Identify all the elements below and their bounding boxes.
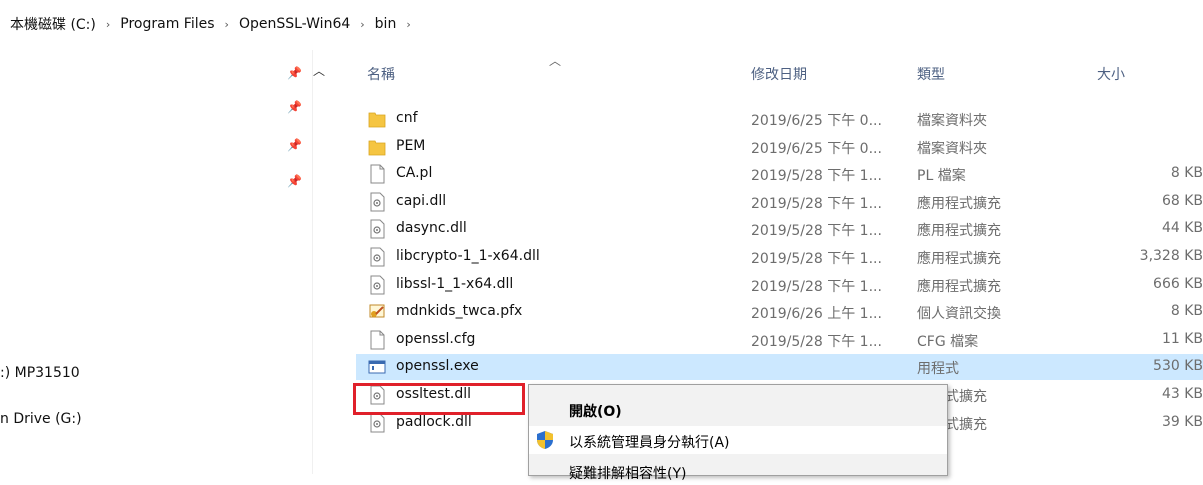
- menu-item-label: 疑難排解相容性(Y): [569, 466, 687, 482]
- file-date: 2019/5/28 下午 1...: [751, 251, 882, 267]
- breadcrumb: 本機磁碟 (C:) › Program Files › OpenSSL-Win6…: [8, 14, 419, 34]
- nav-item-drive-g[interactable]: n Drive (G:): [0, 411, 82, 427]
- file-type: 檔案資料夾: [917, 140, 987, 157]
- uac-shield-icon: [537, 431, 553, 449]
- breadcrumb-item-openssl[interactable]: OpenSSL-Win64: [237, 16, 352, 32]
- dll-icon: [370, 247, 385, 267]
- breadcrumb-item-bin[interactable]: bin: [373, 16, 399, 32]
- file-size: 3,328 KB: [1139, 248, 1203, 264]
- chevron-right-icon[interactable]: ›: [398, 18, 418, 31]
- chevron-right-icon[interactable]: ›: [217, 18, 237, 31]
- file-size: 8 KB: [1170, 303, 1203, 320]
- pin-icon[interactable]: 📌: [287, 174, 302, 188]
- pin-icon[interactable]: 📌: [287, 138, 302, 152]
- file-name: libcrypto-1_1-x64.dll: [396, 248, 540, 264]
- file-size: 11 KB: [1161, 330, 1203, 347]
- pin-icon[interactable]: 📌: [287, 66, 302, 80]
- file-name: mdnkids_twca.pfx: [396, 303, 523, 320]
- file-size: 68 KB: [1161, 192, 1203, 209]
- file-name: dasync.dll: [396, 220, 467, 237]
- file-icon: [370, 164, 385, 184]
- file-name: CA.pl: [396, 165, 433, 182]
- file-size: 43 KB: [1161, 386, 1203, 402]
- file-date: 2019/6/25 下午 0...: [751, 113, 882, 129]
- file-name: padlock.dll: [396, 413, 472, 430]
- folder-icon: [368, 140, 386, 155]
- file-type: 應用程式擴充: [917, 251, 1001, 267]
- file-date: 2019/5/28 下午 1...: [751, 223, 882, 240]
- file-name: PEM: [396, 137, 426, 154]
- file-size: 666 KB: [1153, 275, 1203, 292]
- file-date: 2019/5/28 下午 1...: [751, 333, 882, 350]
- file-date: 2019/6/25 下午 0...: [751, 140, 882, 157]
- file-row[interactable]: libssl-1_1-x64.dll 2019/5/28 下午 1... 應用程式擴…: [356, 272, 1203, 298]
- dll-icon: [370, 219, 385, 239]
- column-name[interactable]: 名稱: [367, 64, 395, 84]
- file-row[interactable]: CA.pl 2019/5/28 下午 1... PL 檔案 8 KB: [356, 161, 1203, 187]
- file-date: 2019/6/26 上午 1...: [751, 306, 882, 323]
- file-type: 應用程式擴充: [917, 223, 1001, 240]
- file-type: 應用程式擴充: [917, 278, 1001, 295]
- file-name: openssl.exe: [396, 358, 479, 375]
- file-row[interactable]: capi.dll 2019/5/28 下午 1... 應用程式擴充 68 KB: [356, 189, 1203, 215]
- highlight-box: [353, 383, 525, 415]
- file-row[interactable]: mdnkids_twca.pfx 2019/6/26 上午 1... 個人資訊交換 8…: [356, 299, 1203, 325]
- file-type: PL 檔案: [917, 168, 966, 185]
- menu-item-label: 開啟(O): [569, 404, 622, 420]
- file-name: capi.dll: [396, 192, 447, 209]
- file-size: 8 KB: [1170, 165, 1203, 182]
- file-row[interactable]: libcrypto-1_1-x64.dll 2019/5/28 下午 1... 應用…: [356, 244, 1203, 270]
- file-size: 39 KB: [1161, 413, 1203, 430]
- menu-item-troubleshoot[interactable]: 疑難排解相容性(Y): [529, 457, 947, 485]
- context-menu: 開啟(O) 以系統管理員身分執行(A) 疑難排解相容性(Y): [528, 384, 948, 482]
- file-row[interactable]: cnf 2019/6/25 下午 0... 檔案資料夾: [356, 106, 1203, 132]
- nav-item-mp31510[interactable]: :) MP31510: [0, 365, 80, 381]
- column-type[interactable]: 類型: [917, 64, 945, 84]
- file-size: 530 KB: [1153, 358, 1203, 375]
- folder-icon: [368, 112, 386, 128]
- file-date: 2019/5/28 下午 1...: [751, 195, 882, 212]
- file-row[interactable]: openssl.exe 用程式 530 KB: [356, 354, 1203, 381]
- file-row[interactable]: PEM 2019/6/25 下午 0... 檔案資料夾: [356, 134, 1203, 160]
- menu-item-open[interactable]: 開啟(O): [529, 395, 947, 423]
- certificate-icon: [369, 304, 385, 318]
- file-type: 應用程式擴充: [917, 195, 1001, 212]
- file-date: 2019/5/28 下午 1...: [751, 278, 882, 295]
- column-size[interactable]: 大小: [1097, 64, 1125, 84]
- exe-icon: [368, 360, 386, 374]
- chevron-right-icon[interactable]: ›: [352, 18, 372, 31]
- chevron-right-icon[interactable]: ›: [98, 18, 118, 31]
- file-name: libssl-1_1-x64.dll: [396, 275, 514, 292]
- file-type: CFG 檔案: [917, 333, 979, 350]
- column-header: 名稱 修改日期 類型 大小: [345, 60, 1203, 90]
- dll-icon: [370, 275, 385, 295]
- file-type: 檔案資料夾: [917, 113, 987, 129]
- breadcrumb-item-program-files[interactable]: Program Files: [118, 16, 216, 32]
- dll-icon: [370, 413, 385, 433]
- file-date: 2019/5/28 下午 1...: [751, 168, 882, 185]
- file-name: openssl.cfg: [396, 330, 476, 347]
- file-row[interactable]: dasync.dll 2019/5/28 下午 1... 應用程式擴充 44 KB: [356, 216, 1203, 242]
- file-type: 個人資訊交換: [917, 306, 1001, 323]
- dll-icon: [370, 192, 385, 212]
- file-type: 用程式: [917, 361, 959, 378]
- menu-item-label: 以系統管理員身分執行(A): [569, 435, 730, 451]
- file-name: cnf: [396, 110, 418, 126]
- menu-item-run-as-admin[interactable]: 以系統管理員身分執行(A): [529, 426, 947, 454]
- file-icon: [370, 330, 385, 350]
- breadcrumb-item-c-drive[interactable]: 本機磁碟 (C:): [8, 14, 98, 34]
- pin-icon[interactable]: 📌: [287, 100, 302, 114]
- file-row[interactable]: openssl.cfg 2019/5/28 下午 1... CFG 檔案 11 KB: [356, 327, 1203, 353]
- column-date[interactable]: 修改日期: [751, 64, 807, 84]
- collapse-up-icon[interactable]: ︿: [313, 62, 325, 79]
- file-size: 44 KB: [1161, 220, 1203, 237]
